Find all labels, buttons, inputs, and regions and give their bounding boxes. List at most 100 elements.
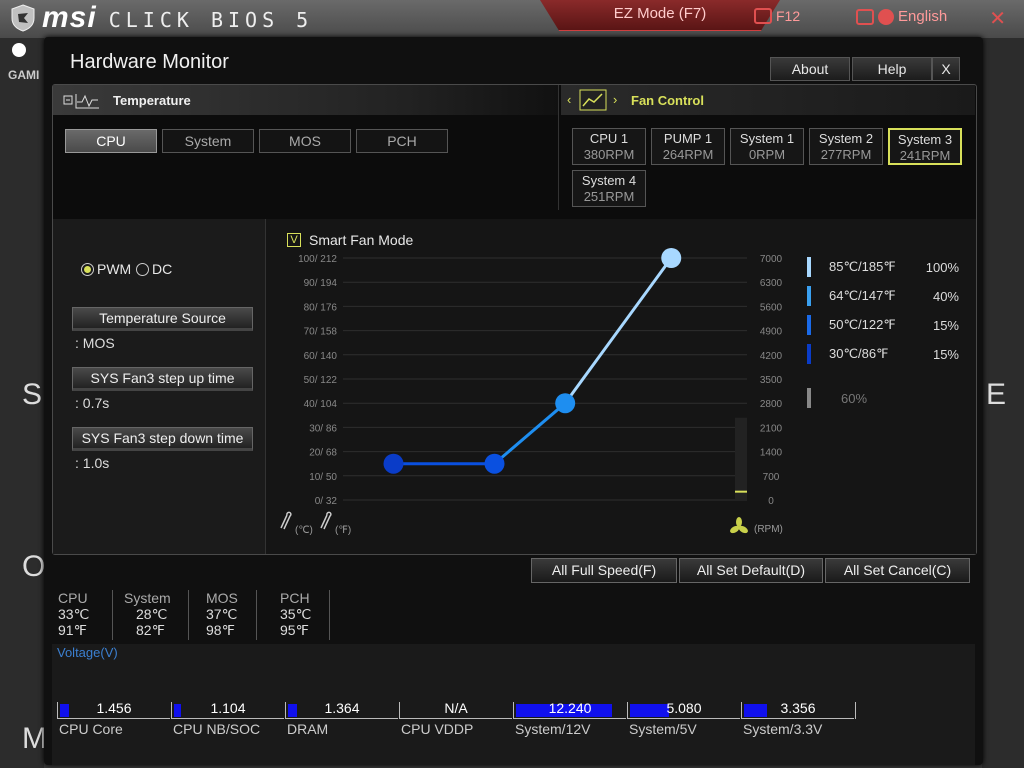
temp-readout-cpu: CPU 33℃ 91℉ (58, 590, 118, 638)
curve-point-handle[interactable] (484, 453, 505, 474)
y-right-tick-label: 3500 (760, 375, 783, 386)
screenshot-button[interactable]: F12 (754, 8, 800, 24)
y-right-tick-label: 700 (763, 472, 780, 483)
temp-name: CPU (58, 590, 88, 606)
y-right-tick-label: 2100 (760, 423, 783, 434)
fan-prev-icon[interactable]: ‹ (567, 92, 571, 107)
fan-system3-button[interactable]: System 3 241RPM (888, 128, 962, 165)
step-up-time-button[interactable]: SYS Fan3 step up time (72, 367, 253, 391)
fan-settings-panel: PWM DC Temperature Source : MOS SYS Fan3… (53, 219, 266, 554)
legend-temp: 30℃/86℉ (829, 346, 889, 361)
temp-name: System (124, 590, 171, 606)
temp-fahrenheit: 95℉ (280, 622, 309, 638)
brand-text: msi (42, 1, 97, 34)
legend-temp: 64℃/147℉ (829, 288, 896, 303)
y-right-tick-label: 1400 (760, 448, 783, 459)
temp-celsius: 35℃ (280, 606, 312, 622)
fan-curve-chart[interactable]: 100/ 212 700090/ 194 630080/ 176 560070/ 15… (265, 243, 801, 554)
curve-point-handle[interactable] (383, 453, 404, 474)
fan-system4-button[interactable]: System 4 251RPM (572, 170, 646, 207)
fan-system2-button[interactable]: System 2 277RPM (809, 128, 883, 165)
bios-close-icon[interactable]: ✕ (989, 6, 1006, 31)
tab-cpu[interactable]: CPU (65, 129, 157, 153)
temp-name: MOS (206, 590, 238, 606)
y-left-tick-label: 50/ 122 (304, 375, 338, 386)
voltage-value: 3.356 (780, 700, 816, 716)
tab-pch[interactable]: PCH (356, 129, 448, 153)
fan-pump1-button[interactable]: PUMP 1 264RPM (651, 128, 725, 165)
all-set-default-button[interactable]: All Set Default(D) (679, 558, 823, 583)
legend-row: 30℃/86℉ 15% (807, 344, 959, 364)
pwm-label: PWM (97, 261, 132, 277)
y-left-tick-label: 100/ 212 (298, 254, 337, 265)
pwm-radio[interactable]: PWM (81, 261, 131, 277)
temp-celsius: 28℃ (136, 606, 168, 622)
dc-label: DC (152, 261, 173, 277)
voltage-label: System/3.3V (743, 721, 823, 737)
window-title: Hardware Monitor (70, 51, 229, 73)
y-left-tick-label: 20/ 68 (309, 448, 337, 459)
ez-mode-button[interactable]: EZ Mode (F7) (540, 0, 780, 31)
fan-rpm: 241RPM (899, 148, 951, 163)
voltage-scale-end (855, 702, 856, 719)
all-full-speed-button[interactable]: All Full Speed(F) (531, 558, 677, 583)
fan-next-icon[interactable]: › (613, 92, 617, 107)
temp-separator (256, 590, 257, 640)
help-button[interactable]: Help (852, 57, 932, 81)
voltage-value: 1.364 (324, 700, 360, 716)
temp-separator (329, 590, 330, 640)
voltage-title: Voltage(V) (57, 645, 118, 660)
voltage-label: DRAM (287, 721, 329, 737)
legend-color-bar (807, 344, 811, 364)
fan-rpm: 251RPM (583, 189, 635, 204)
step-down-time-value: : 1.0s (75, 455, 110, 471)
voltage-label: System/12V (515, 721, 591, 737)
step-down-time-button[interactable]: SYS Fan3 step down time (72, 427, 253, 451)
fan-rpm: 380RPM (583, 147, 635, 162)
fan-cpu1-button[interactable]: CPU 1 380RPM (572, 128, 646, 165)
legend-color-bar (807, 315, 811, 335)
monitor-panel: Temperature ‹ › Fan Control CPU System M… (52, 84, 977, 555)
y-right-tick-label: 4900 (760, 327, 783, 338)
rpm-label: (RPM) (754, 524, 783, 535)
curve-point-handle[interactable] (555, 393, 576, 414)
fan-system1-button[interactable]: System 1 0RPM (730, 128, 804, 165)
tab-system[interactable]: System (162, 129, 254, 153)
y-right-tick-label: 5600 (760, 302, 783, 313)
voltage-bar: 1.104 (171, 700, 284, 719)
language-button[interactable]: English (856, 8, 947, 25)
fan-name: PUMP 1 (663, 131, 713, 146)
legend-pct: 100% (925, 259, 959, 275)
voltage-bar: 5.080 (627, 700, 740, 719)
camera-icon (754, 8, 772, 24)
all-set-cancel-button[interactable]: All Set Cancel(C) (825, 558, 970, 583)
temp-separator (112, 590, 113, 640)
curve-point-handle[interactable] (661, 248, 682, 268)
y-left-tick-label: 70/ 158 (304, 327, 338, 338)
temperature-graph-icon (63, 94, 99, 109)
temp-readout-system: System 28℃ 82℉ (124, 590, 184, 638)
fan-name: System 3 (897, 132, 953, 147)
fan-curve-area: PWM DC Temperature Source : MOS SYS Fan3… (53, 219, 976, 554)
tab-mos[interactable]: MOS (259, 129, 351, 153)
about-button[interactable]: About (770, 57, 850, 81)
close-window-button[interactable]: X (932, 57, 960, 81)
fan-name: System 1 (739, 131, 795, 146)
hardware-monitor-window: Hardware Monitor About Help X Temperatur… (44, 37, 983, 765)
temperature-source-button[interactable]: Temperature Source (72, 307, 253, 331)
voltage-label: CPU VDDP (401, 721, 474, 737)
background-letter-s: S (22, 378, 43, 411)
language-label: English (898, 8, 948, 25)
voltage-value: N/A (444, 700, 468, 716)
voltage-label: CPU NB/SOC (173, 721, 261, 737)
screenshot-key-label: F12 (776, 8, 801, 24)
temp-celsius: 33℃ (58, 606, 90, 622)
legend-temp: 50℃/122℉ (829, 317, 896, 332)
clock-icon (12, 43, 26, 57)
fan-rpm: 0RPM (748, 147, 786, 162)
y-right-tick-label: 4200 (760, 351, 783, 362)
dc-radio[interactable]: DC (136, 261, 172, 277)
legend-row: 64℃/147℉ 40% (807, 286, 959, 306)
y-right-tick-label: 6300 (760, 278, 783, 289)
rpm-meter (735, 417, 747, 500)
